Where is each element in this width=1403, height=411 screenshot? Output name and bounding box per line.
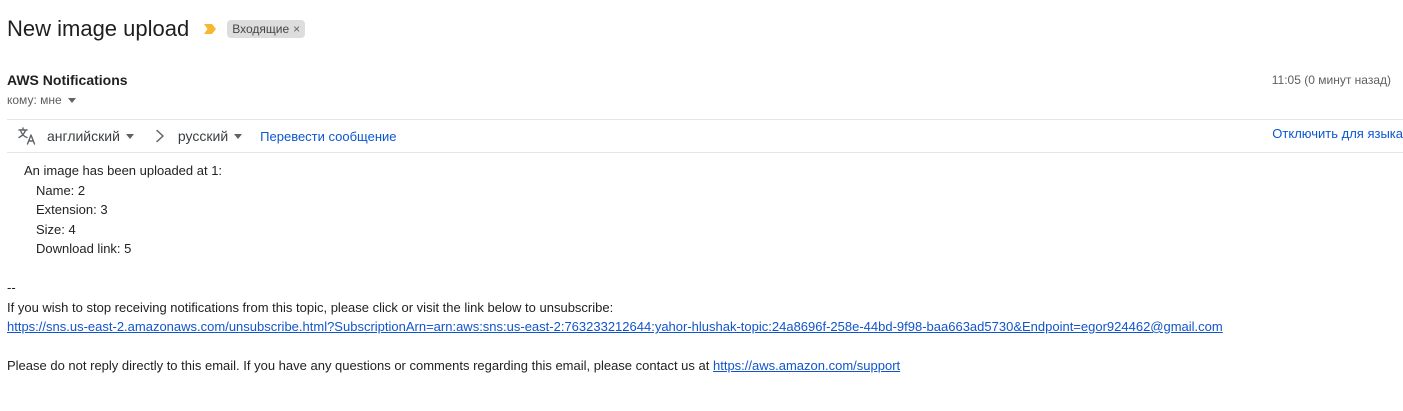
body-field-extension: Extension: 3 <box>36 202 108 217</box>
unsubscribe-text: If you wish to stop receiving notificati… <box>7 299 614 315</box>
unsubscribe-line: https://sns.us-east-2.amazonaws.com/unsu… <box>7 317 1223 337</box>
translate-message-link[interactable]: Перевести сообщение <box>260 129 396 144</box>
target-language-select[interactable]: русский <box>177 128 243 144</box>
translate-icon <box>17 126 37 146</box>
target-language-label: русский <box>177 128 229 144</box>
source-language-select[interactable]: английский <box>47 128 134 144</box>
body-intro: An image has been uploaded at 1: <box>24 163 223 178</box>
remove-label-button[interactable]: × <box>293 22 300 36</box>
source-language-label: английский <box>47 128 120 144</box>
footer-line: Please do not reply directly to this ema… <box>7 356 1223 376</box>
timestamp: 11:05 (0 минут назад) <box>1271 73 1391 87</box>
email-subject: New image upload <box>7 16 190 41</box>
recipient-details-toggle[interactable]: кому: мне <box>7 93 76 107</box>
divider <box>7 152 1403 153</box>
signature-separator: -- <box>7 280 16 295</box>
body-field-size: Size: 4 <box>36 221 76 237</box>
chevron-down-icon <box>67 97 76 103</box>
translate-bar: английский русский Перевести сообщение О… <box>7 120 1403 152</box>
unsubscribe-link[interactable]: https://sns.us-east-2.amazonaws.com/unsu… <box>7 319 1223 334</box>
disable-translation-link[interactable]: Отключить для языка <box>1272 126 1403 141</box>
body-field-download-link: Download link: 5 <box>36 241 132 256</box>
sender-name[interactable]: AWS Notifications <box>7 72 128 88</box>
label-chip-inbox[interactable]: Входящие × <box>227 20 306 38</box>
support-link[interactable]: https://aws.amazon.com/support <box>713 358 900 373</box>
recipient-label: кому: мне <box>7 93 62 107</box>
chevron-down-icon <box>125 133 134 139</box>
chevron-right-icon <box>154 129 166 143</box>
importance-marker-icon[interactable] <box>203 23 217 35</box>
footer-text: Please do not reply directly to this ema… <box>7 358 710 373</box>
email-body: An image has been uploaded at 1: Name: 2… <box>7 161 1223 376</box>
body-field-name: Name: 2 <box>36 182 86 198</box>
label-chip-text: Входящие <box>232 22 290 36</box>
chevron-down-icon <box>234 133 243 139</box>
subject-row: New image upload Входящие × <box>7 14 306 44</box>
